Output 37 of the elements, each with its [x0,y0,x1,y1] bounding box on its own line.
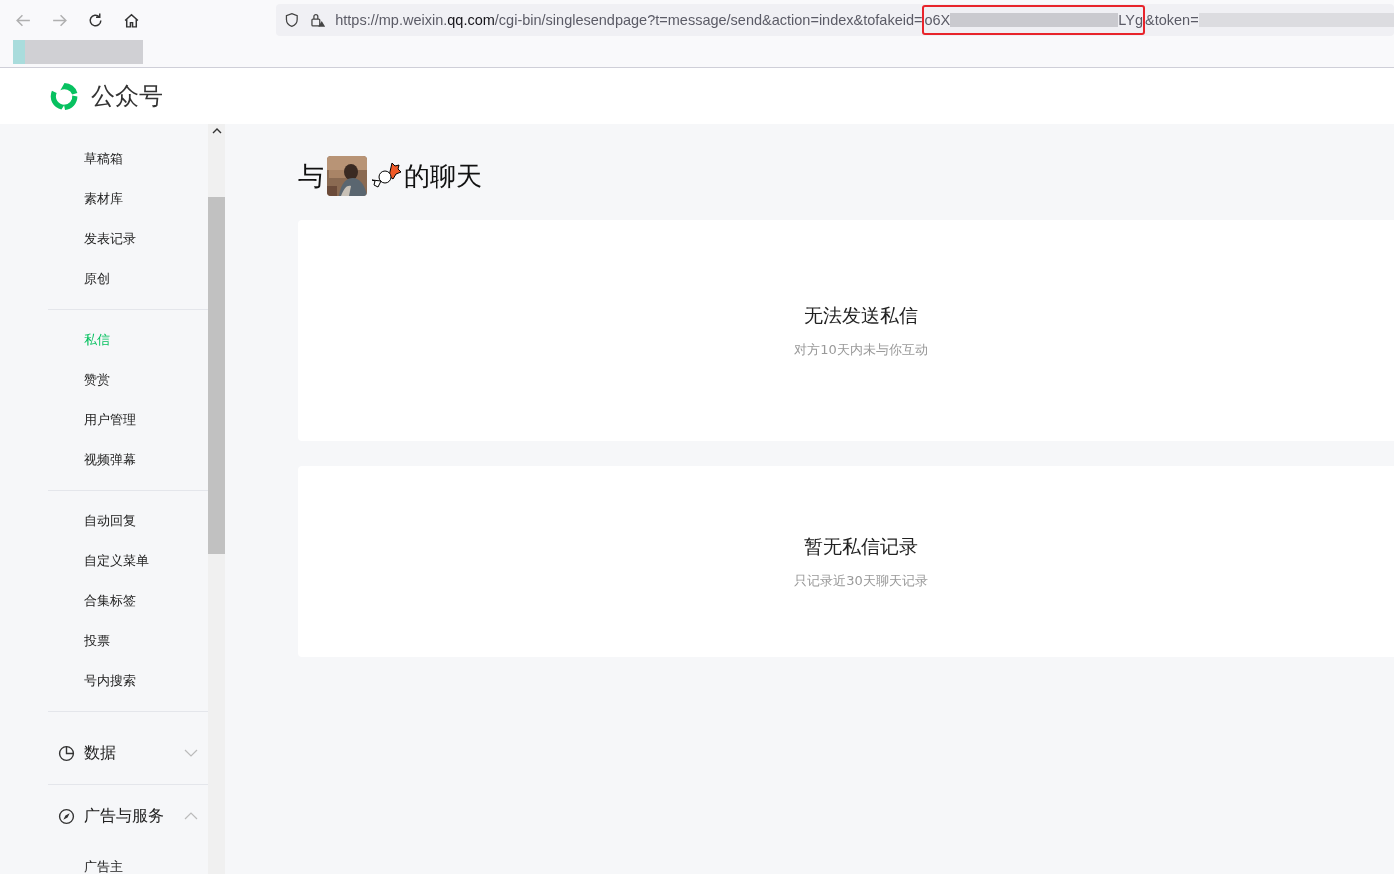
sidebar-item[interactable]: 赞赏 [48,360,110,400]
pie-chart-icon [58,744,75,762]
address-bar[interactable]: https://mp.weixin.qq.com/cgi-bin/singlesendpage?t=message/send&action=index&tofakeid=o6X LYg&token= [276,4,1394,36]
sidebar-item[interactable]: 素材库 [48,179,123,219]
home-icon[interactable] [123,11,140,29]
sidebar-item[interactable]: 广告主 [48,847,123,874]
scrollbar[interactable] [208,124,225,874]
sidebar-item[interactable]: 草稿箱 [48,139,123,179]
card-title: 暂无私信记录 [804,533,918,559]
sidebar-item[interactable]: 用户管理 [48,400,136,440]
sidebar-item[interactable]: 发表记录 [48,219,136,259]
sidebar-item[interactable]: 自定义菜单 [48,541,149,581]
sidebar-item[interactable]: 合集标签 [48,581,136,621]
lock-warning-icon [309,12,326,28]
chat-title: 的聊天 [404,159,482,193]
card-subtitle: 只记录近30天聊天记录 [794,571,928,590]
sidebar-item[interactable]: 号内搜索 [48,661,136,701]
chevron-down-icon [184,749,198,757]
card-subtitle: 对方10天内未与你互动 [794,340,928,359]
sidebar-section[interactable]: 广告与服务 [48,785,208,847]
url-text: o6X [924,12,951,28]
compass-icon [58,807,75,825]
sidebar-item[interactable]: 视频弹幕 [48,440,136,480]
url-text: https://mp.weixin.qq.com/cgi-bin/singlesendpage?t=message/send&action=index&tofakeid= [335,12,923,28]
reload-icon[interactable] [87,11,104,29]
card-title: 无法发送私信 [804,302,918,328]
url-text: LYg [1118,12,1144,28]
sidebar-item[interactable]: 投票 [48,621,110,661]
shield-icon [284,12,300,28]
scroll-up-icon[interactable] [212,128,222,134]
chevron-up-icon [184,812,198,820]
sidebar-item[interactable]: 原创 [48,259,110,299]
url-text: &token= [1145,12,1199,28]
sidebar-section[interactable]: 数据 [48,722,208,784]
app-title: 公众号 [91,81,163,112]
chat-title: 与 [298,159,324,193]
sidebar-item[interactable]: 自动回复 [48,501,136,541]
